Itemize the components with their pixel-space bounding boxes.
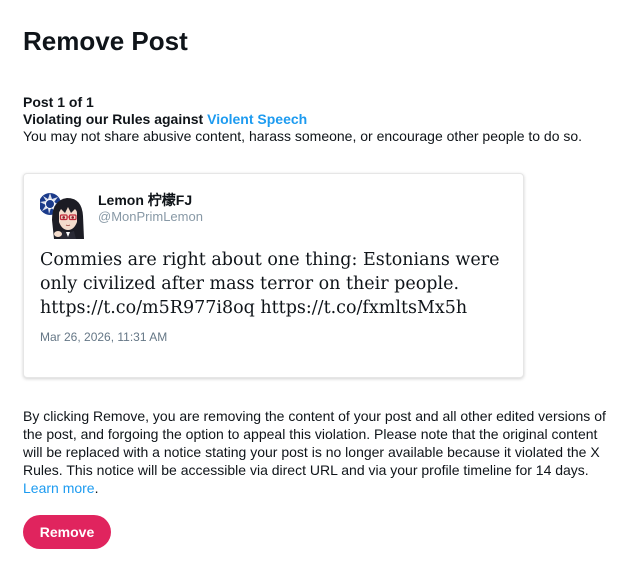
post-count: Post 1 of 1 bbox=[23, 94, 94, 110]
post-timestamp: Mar 26, 2026, 11:31 AM bbox=[40, 330, 168, 344]
learn-more-suffix: . bbox=[94, 480, 99, 496]
violent-speech-rule-link[interactable]: Violent Speech bbox=[207, 111, 307, 127]
violation-info: Post 1 of 1 Violating our Rules against … bbox=[23, 94, 623, 145]
avatar[interactable] bbox=[40, 190, 89, 239]
post-author-handle[interactable]: @MonPrimLemon bbox=[98, 208, 203, 225]
anime-character-avatar-icon bbox=[40, 190, 89, 239]
learn-more-link[interactable]: Learn more bbox=[23, 480, 95, 496]
page-title: Remove Post bbox=[23, 26, 188, 56]
post-text: Commies are right about one thing: Eston… bbox=[40, 250, 500, 318]
violation-description: You may not share abusive content, haras… bbox=[23, 128, 583, 144]
post-card: Lemon 柠檬FJ @MonPrimLemon Commies are rig… bbox=[23, 173, 524, 378]
removal-notice-text: By clicking Remove, you are removing the… bbox=[23, 408, 606, 478]
removal-notice: By clicking Remove, you are removing the… bbox=[23, 407, 613, 497]
remove-button[interactable]: Remove bbox=[23, 515, 111, 549]
violation-rule-line: Violating our Rules against Violent Spee… bbox=[23, 111, 623, 128]
violation-rule-prefix: Violating our Rules against bbox=[23, 111, 208, 127]
post-author-name[interactable]: Lemon 柠檬FJ bbox=[98, 191, 192, 209]
